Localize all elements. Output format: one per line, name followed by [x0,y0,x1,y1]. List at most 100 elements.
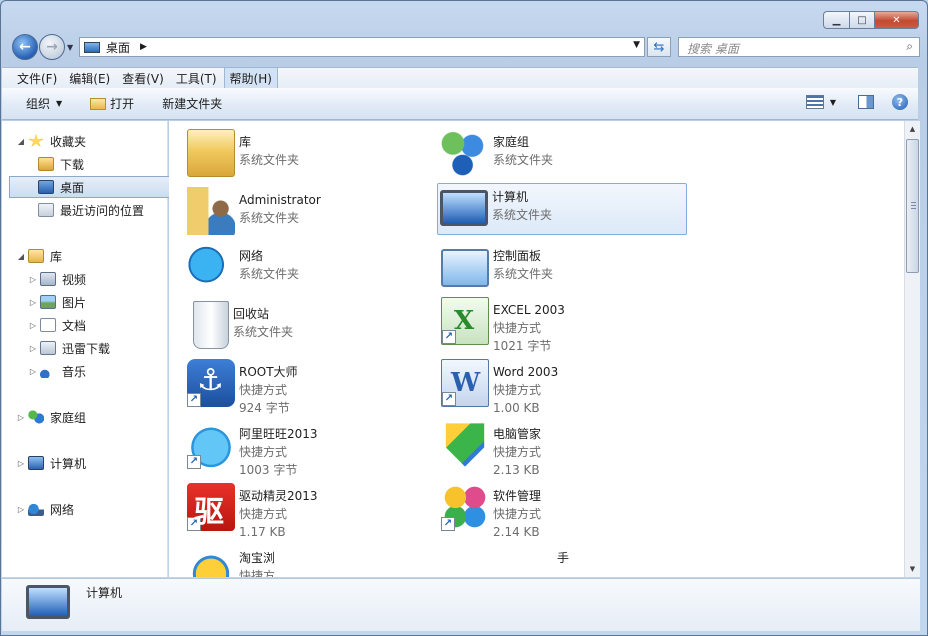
expand-arrow-icon[interactable]: ▷ [28,298,38,307]
forward-button[interactable]: → [39,34,65,60]
menu-help[interactable]: 帮助(H) [223,66,278,90]
nav-item-desktop[interactable]: 桌面 [9,176,173,198]
shortcut-arrow-icon: ↗ [187,517,201,531]
file-size: 1.17 KB [239,525,286,539]
file-item-driver-genius[interactable]: ↗ 驱动精灵2013 快捷方式 1.17 KB [185,483,435,543]
downloads-folder-icon [38,157,54,171]
file-item-network[interactable]: 网络 系统文件夹 [185,243,435,295]
file-item-aliwangwang[interactable]: ↗ 阿里旺旺2013 快捷方式 1003 字节 [185,421,435,481]
file-item-partial[interactable]: 手 [557,545,577,569]
file-list: 库系统文件夹 家庭组 系统文件夹 Administrator 系统文件夹 计算机 系统… [169,121,904,577]
shortcut-arrow-icon: ↗ [187,393,201,407]
expand-arrow-icon[interactable]: ▷ [16,505,26,514]
scroll-thumb[interactable] [906,139,919,273]
file-name: 网络 [239,249,264,263]
nav-label: 最近访问的位置 [60,203,145,218]
vertical-scrollbar[interactable]: ▲ ▼ [904,121,920,577]
expand-arrow-icon[interactable]: ▷ [16,459,26,468]
history-dropdown-icon[interactable]: ▼ [67,43,73,52]
caption-buttons: ▁ □ ✕ [823,11,919,29]
expand-arrow-icon[interactable]: ▷ [28,275,38,284]
menu-edit[interactable]: 编辑(E) [64,68,115,89]
preview-pane-icon[interactable] [858,95,874,109]
menu-tools[interactable]: 工具(T) [171,68,222,89]
nav-label: 图片 [62,295,87,310]
file-item-administrator[interactable]: Administrator 系统文件夹 [185,187,435,239]
word-icon: ↗ [441,359,489,407]
nav-item-favorites[interactable]: ◢ 收藏夹 [16,130,86,152]
file-item-homegroup[interactable]: 家庭组 系统文件夹 [439,129,689,181]
nav-item-xunlei[interactable]: ▷ 迅雷下载 [28,337,110,359]
new-folder-button[interactable]: 新建文件夹 [162,95,222,112]
library-folder-icon [187,129,235,177]
file-item-excel-2003[interactable]: ↗ EXCEL 2003 快捷方式 1021 字节 [439,297,689,357]
file-item-root-master[interactable]: ↗ ROOT大师快捷方式 924 字节 [185,359,435,419]
help-icon[interactable]: ? [892,94,908,110]
nav-item-computer[interactable]: ▷ 计算机 [16,452,86,474]
grip-icon [911,202,916,210]
file-type: 快捷方式 [239,383,288,397]
refresh-button[interactable]: ⇆ [647,37,671,57]
nav-item-recent[interactable]: 最近访问的位置 [38,199,144,221]
command-bar: 组织 ▼ 打开 新建文件夹 ▼ ? [2,88,918,120]
address-bar[interactable]: 桌面 ▶ ▼ [79,37,645,57]
open-folder-icon [90,97,107,110]
desktop-icon [38,180,54,194]
file-name: Word 2003 [493,365,559,379]
expand-arrow-icon[interactable]: ▷ [28,367,38,376]
software-manager-icon: ↗ [441,483,489,531]
search-icon[interactable]: ⌕ [906,39,913,54]
nav-item-videos[interactable]: ▷ 视频 [28,268,86,290]
menu-view[interactable]: 查看(V) [117,68,169,89]
nav-item-network[interactable]: ▷ 网络 [16,498,74,520]
navigation-pane: ◢ 收藏夹 下载 桌面 最近访问的位置 ◢ 库 ▷ 视频 ▷ 图片 ▷ 文档 ▷… [2,121,173,577]
expand-arrow-icon[interactable]: ▷ [28,321,38,330]
file-size: 2.14 KB [493,525,540,539]
breadcrumb-arrow-icon[interactable]: ▶ [140,42,147,52]
expand-arrow-icon[interactable]: ▷ [28,344,38,353]
computer-icon [26,585,70,619]
expand-arrow-icon[interactable]: ▷ [16,413,26,422]
nav-item-music[interactable]: ▷ 音乐 [28,360,86,382]
file-item-software-manager[interactable]: ↗ 软件管理 快捷方式 2.14 KB [439,483,689,543]
back-button[interactable]: ← [12,34,38,60]
document-icon [40,318,56,332]
nav-item-homegroup[interactable]: ▷ 家庭组 [16,406,86,428]
file-item-word-2003[interactable]: ↗ Word 2003 快捷方式 1.00 KB [439,359,689,419]
view-dropdown-icon[interactable]: ▼ [830,98,836,107]
file-type: 系统文件夹 [493,153,554,167]
expand-arrow-icon[interactable]: ◢ [16,252,26,261]
file-type: 快捷方式 [493,321,542,335]
shield-icon [445,423,485,467]
file-item-libraries[interactable]: 库系统文件夹 [185,129,435,181]
nav-item-downloads[interactable]: 下载 [38,153,84,175]
nav-label: 文档 [62,318,87,333]
maximize-button[interactable]: □ [849,11,875,29]
menu-file[interactable]: 文件(F) [12,68,62,89]
menu-bar: 文件(F) 编辑(E) 查看(V) 工具(T) 帮助(H) [2,66,918,90]
nav-item-documents[interactable]: ▷ 文档 [28,314,86,336]
organize-button[interactable]: 组织 ▼ [26,95,62,112]
address-dropdown-icon[interactable]: ▼ [633,40,640,50]
file-item-pc-manager[interactable]: 电脑管家 快捷方式 2.13 KB [439,421,689,481]
scroll-up-icon[interactable]: ▲ [905,121,920,137]
file-type: 快捷方式 [239,445,288,459]
file-size: 1.00 KB [493,401,540,415]
address-path[interactable]: 桌面 [106,39,130,56]
close-button[interactable]: ✕ [875,11,919,29]
scroll-down-icon[interactable]: ▼ [905,561,920,577]
file-type: 快捷方式 [493,383,542,397]
file-name: EXCEL 2003 [493,303,565,317]
nav-item-pictures[interactable]: ▷ 图片 [28,291,86,313]
view-options-icon[interactable] [805,95,824,109]
nav-item-libraries[interactable]: ◢ 库 [16,245,62,267]
file-item-control-panel[interactable]: 控制面板 系统文件夹 [439,243,689,295]
open-button[interactable]: 打开 [90,95,134,112]
recent-places-icon [38,203,54,217]
minimize-button[interactable]: ▁ [823,11,849,29]
expand-arrow-icon[interactable]: ◢ [16,137,26,146]
nav-label: 音乐 [62,364,87,379]
search-input[interactable]: 搜索 桌面 ⌕ [678,37,920,57]
file-item-recycle-bin[interactable]: 回收站 系统文件夹 [185,301,435,353]
file-item-computer[interactable]: 计算机 系统文件夹 [437,183,687,235]
